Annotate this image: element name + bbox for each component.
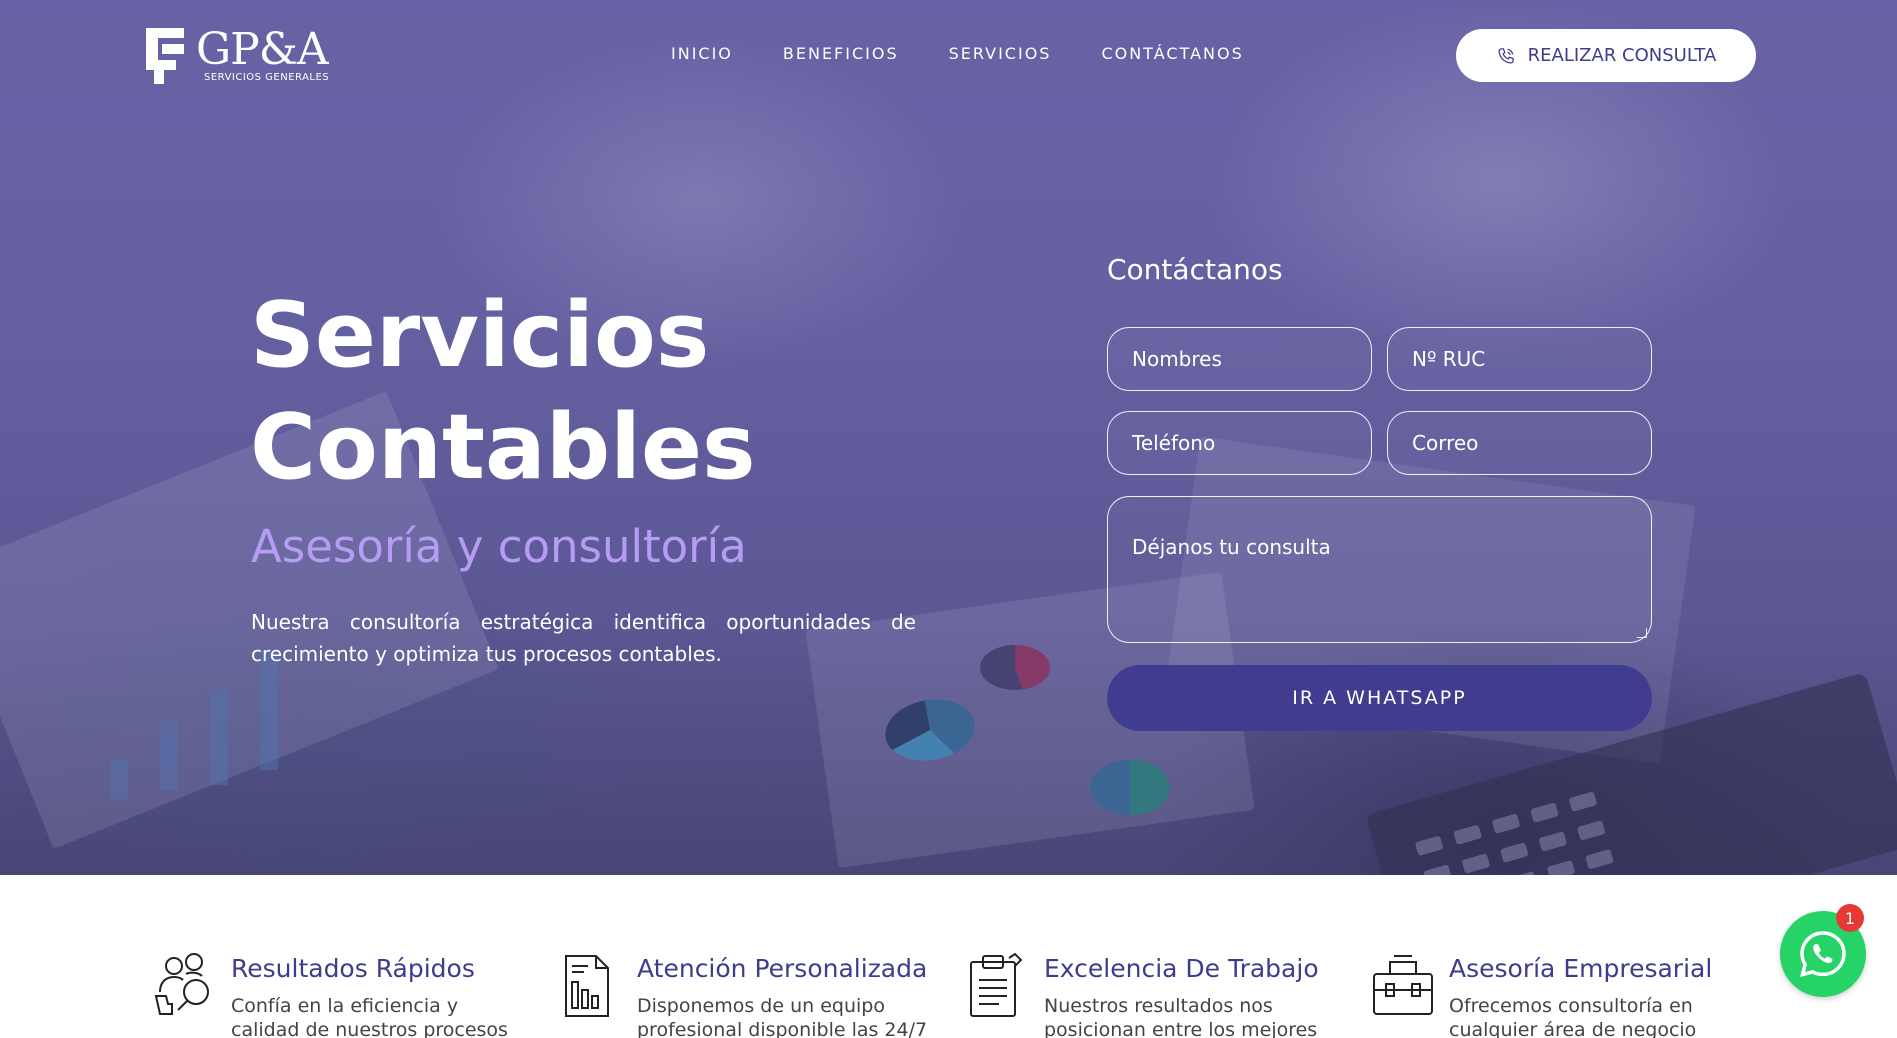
- correo-input[interactable]: Correo: [1387, 411, 1652, 475]
- telefono-input[interactable]: Teléfono: [1107, 411, 1372, 475]
- feature-title: Atención Personalizada: [637, 954, 928, 983]
- feature-description: Confía en la eficiencia y calidad de nue…: [231, 995, 508, 1038]
- ir-a-whatsapp-button[interactable]: IR A WHATSAPP: [1107, 665, 1652, 731]
- phone-icon: [1498, 47, 1514, 64]
- nombres-input[interactable]: Nombres: [1107, 327, 1372, 391]
- resize-handle[interactable]: [1637, 628, 1647, 638]
- contact-form-title: Contáctanos: [1107, 253, 1283, 286]
- feature-description: Ofrecemos consultoría en cualquier área …: [1449, 995, 1697, 1038]
- hero-title-line1: Servicios: [250, 283, 710, 388]
- hero-subtitle: Asesoría y consultoría: [251, 520, 747, 573]
- realizar-consulta-label: REALIZAR CONSULTA: [1527, 45, 1717, 66]
- feature-description: Disponemos de un equipo profesional disp…: [637, 995, 928, 1038]
- hero-title: Servicios Contables: [250, 280, 970, 504]
- report-document-icon: [565, 955, 609, 1017]
- nav-item-servicios[interactable]: SERVICIOS: [949, 44, 1052, 63]
- ruc-input[interactable]: Nº RUC: [1387, 327, 1652, 391]
- consulta-placeholder: Déjanos tu consulta: [1132, 535, 1331, 559]
- nav-item-inicio[interactable]: INICIO: [671, 44, 733, 63]
- toolbox-icon: [1373, 955, 1433, 1015]
- whatsapp-icon: [1799, 931, 1846, 978]
- hero-description: Nuestra consultoría estratégica identifi…: [251, 610, 916, 666]
- realizar-consulta-button[interactable]: REALIZAR CONSULTA: [1456, 29, 1756, 82]
- logo-text: GP&A: [196, 24, 329, 75]
- users-search-icon: [154, 953, 209, 1015]
- feature-title: Excelencia De Trabajo: [1044, 954, 1319, 983]
- notification-badge: 1: [1836, 904, 1864, 932]
- logo-subtitle: SERVICIOS GENERALES: [204, 72, 330, 83]
- nav-item-contactanos[interactable]: CONTÁCTANOS: [1101, 44, 1243, 63]
- feature-description: Nuestros resultados nos posicionan entre…: [1044, 995, 1318, 1038]
- consulta-textarea[interactable]: Déjanos tu consulta: [1107, 496, 1652, 643]
- brand-logo[interactable]: GP&A SERVICIOS GENERALES: [144, 22, 354, 90]
- nav-item-beneficios[interactable]: BENEFICIOS: [783, 44, 899, 63]
- feature-title: Asesoría Empresarial: [1449, 954, 1713, 983]
- feature-title: Resultados Rápidos: [231, 954, 475, 983]
- clipboard-checklist-icon: [970, 952, 1023, 1017]
- logo-mark-icon: [146, 28, 184, 84]
- hero-title-line2: Contables: [250, 395, 756, 500]
- main-nav: INICIO BENEFICIOS SERVICIOS CONTÁCTANOS: [671, 44, 1244, 63]
